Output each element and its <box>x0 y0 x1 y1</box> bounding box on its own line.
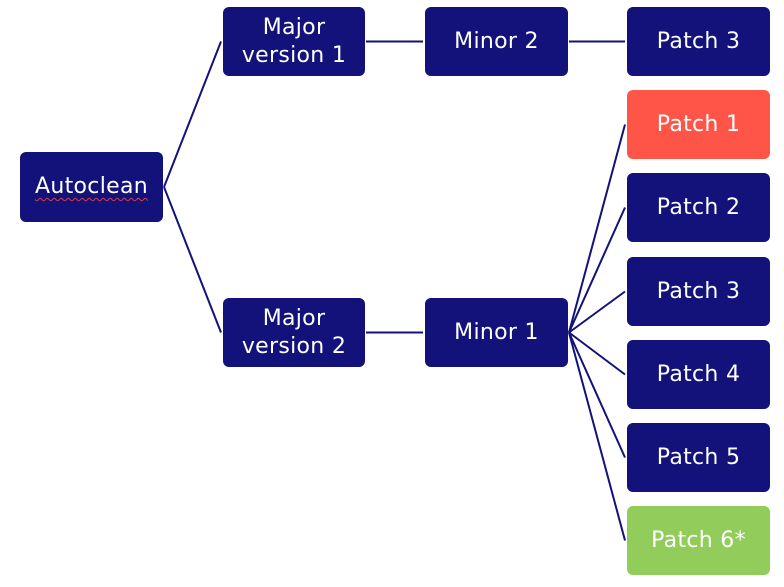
node-label: Patch 1 <box>656 111 741 137</box>
node-autoclean[interactable]: Autoclean <box>20 152 163 222</box>
node-patch-4[interactable]: Patch 4 <box>627 340 770 409</box>
node-label: Autoclean <box>35 174 148 199</box>
node-minor-1[interactable]: Minor 1 <box>425 298 568 367</box>
node-patch-5[interactable]: Patch 5 <box>627 423 770 492</box>
node-patch-6[interactable]: Patch 6* <box>627 506 770 575</box>
node-patch-1[interactable]: Patch 1 <box>627 90 770 159</box>
node-label: Patch 3 <box>656 28 741 54</box>
node-label: Patch 6* <box>651 527 746 553</box>
node-label: Minor 1 <box>454 319 539 345</box>
edge-root-major1 <box>163 41 222 188</box>
node-major-version-2[interactable]: Major version 2 <box>223 298 365 367</box>
node-label: Patch 2 <box>656 194 741 220</box>
node-label: Patch 3 <box>656 278 741 304</box>
node-major-version-1[interactable]: Major version 1 <box>223 7 365 76</box>
node-label: Patch 5 <box>656 444 741 470</box>
node-label: Major version 1 <box>241 14 347 68</box>
node-patch-3[interactable]: Patch 3 <box>627 257 770 326</box>
node-label: Minor 2 <box>454 28 539 54</box>
node-label: Patch 4 <box>656 361 741 387</box>
node-minor-2-patch-3[interactable]: Patch 3 <box>627 7 770 76</box>
node-patch-2[interactable]: Patch 2 <box>627 173 770 242</box>
node-label: Major version 2 <box>241 305 347 359</box>
node-minor-2[interactable]: Minor 2 <box>425 7 568 76</box>
edge-root-major2 <box>163 186 222 333</box>
